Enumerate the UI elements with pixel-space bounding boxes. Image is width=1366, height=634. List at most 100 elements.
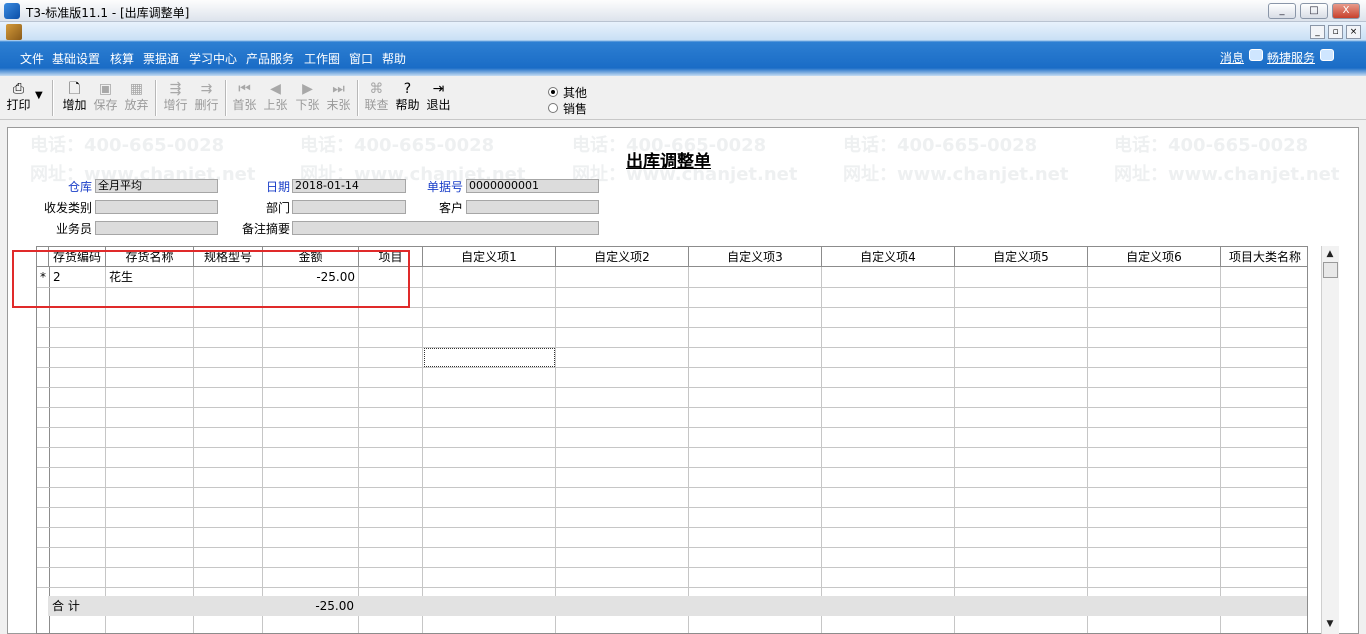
mdi-restore-button[interactable]: ▫ — [1328, 25, 1343, 39]
column-header[interactable]: 自定义项4 — [822, 247, 955, 267]
salesman-field[interactable] — [95, 221, 218, 235]
grid-line — [105, 267, 106, 633]
menu-learning[interactable]: 学习中心 — [189, 50, 237, 67]
grid-line — [37, 587, 1307, 588]
exit-button[interactable]: ⇥ 退出 — [423, 79, 454, 117]
date-label: 日期 — [265, 180, 290, 194]
menu-accounting[interactable]: 核算 — [110, 50, 134, 67]
grid-line — [262, 267, 263, 633]
grid-line — [1087, 267, 1088, 633]
grid-line — [37, 567, 1307, 568]
linked-query-button[interactable]: ⌘ 联查 — [361, 79, 392, 117]
radio-other[interactable] — [548, 87, 558, 97]
remark-label: 备注摘要 — [241, 222, 290, 236]
menu-file[interactable]: 文件 — [20, 50, 44, 67]
grid-line — [37, 467, 1307, 468]
toolbar-separator — [357, 80, 359, 116]
mdi-close-button[interactable]: × — [1346, 25, 1361, 39]
maximize-button[interactable]: □ — [1300, 3, 1328, 19]
dept-label: 部门 — [265, 201, 290, 215]
grid-line — [358, 267, 359, 633]
column-header[interactable]: 自定义项3 — [689, 247, 822, 267]
grid-line — [37, 347, 1307, 348]
grid-line — [37, 367, 1307, 368]
menu-window[interactable]: 窗口 — [349, 50, 373, 67]
io-type-field[interactable] — [95, 200, 218, 214]
menu-products[interactable]: 产品服务 — [246, 50, 294, 67]
grid-line — [37, 527, 1307, 528]
radio-other-label: 其他 — [563, 86, 588, 100]
delete-row-button[interactable]: ⇉ 删行 — [191, 79, 222, 117]
mdi-minimize-button[interactable]: _ — [1310, 25, 1325, 39]
date-field[interactable]: 2018-01-14 — [292, 179, 406, 193]
chat-icon[interactable] — [1249, 49, 1263, 61]
remark-field[interactable] — [292, 221, 599, 235]
column-header[interactable]: 自定义项6 — [1088, 247, 1221, 267]
toolbar-separator — [155, 80, 157, 116]
scroll-thumb[interactable] — [1323, 262, 1338, 278]
radio-sales[interactable] — [548, 103, 558, 113]
document-window-icon[interactable] — [6, 24, 22, 40]
discard-button[interactable]: ▦ 放弃 — [121, 79, 152, 117]
total-row: 合 计 -25.00 — [48, 596, 1307, 616]
close-button[interactable]: X — [1332, 3, 1360, 19]
menu-workcircle[interactable]: 工作圈 — [304, 50, 340, 67]
column-header[interactable]: 自定义项1 — [423, 247, 556, 267]
first-record-button[interactable]: ⏮ 首张 — [229, 79, 260, 117]
menu-ticket[interactable]: 票据通 — [143, 50, 179, 67]
delete-row-icon: ⇉ — [200, 81, 213, 97]
messages-link[interactable]: 消息 — [1220, 49, 1244, 66]
toolbar: ⎙ 打印 ▼ 🗋 增加 ▣ 保存 ▦ 放弃 ⇶ 增行 ⇉ 删行 ⏮ 首张 ◀ 上张 ▶ 下张 ⏭ 末… — [0, 76, 1366, 120]
total-label: 合 计 — [52, 599, 80, 613]
grid-line — [954, 267, 955, 633]
grid-line — [49, 267, 50, 633]
scroll-up-icon[interactable]: ▲ — [1322, 246, 1338, 262]
next-record-button[interactable]: ▶ 下张 — [292, 79, 323, 117]
previous-record-button[interactable]: ◀ 上张 — [260, 79, 291, 117]
grid-line — [37, 387, 1307, 388]
exit-icon: ⇥ — [432, 81, 445, 97]
print-button[interactable]: ⎙ 打印 — [3, 79, 34, 117]
grid-line — [37, 547, 1307, 548]
scroll-down-icon[interactable]: ▼ — [1322, 616, 1338, 632]
form-title: 出库调整单 — [626, 152, 711, 172]
title-bar: T3-标准版11.1 - [出库调整单] _ □ X — [0, 0, 1366, 22]
minimize-button[interactable]: _ — [1268, 3, 1296, 19]
print-dropdown-icon[interactable]: ▼ — [35, 90, 43, 101]
grid-line — [37, 507, 1307, 508]
column-header[interactable]: 自定义项5 — [955, 247, 1088, 267]
grid-line — [688, 267, 689, 633]
service-icon[interactable] — [1320, 49, 1334, 61]
grid-line — [37, 447, 1307, 448]
vertical-scrollbar[interactable]: ▲ ▼ — [1321, 246, 1339, 634]
dept-field[interactable] — [292, 200, 406, 214]
menu-help[interactable]: 帮助 — [382, 50, 406, 67]
insert-row-icon: ⇶ — [169, 81, 182, 97]
customer-label: 客户 — [438, 201, 463, 215]
customer-field[interactable] — [466, 200, 599, 214]
last-record-icon: ⏭ — [332, 81, 345, 97]
total-amount: -25.00 — [315, 599, 354, 613]
save-icon: ▣ — [98, 81, 113, 97]
add-button[interactable]: 🗋 增加 — [59, 79, 90, 117]
last-record-button[interactable]: ⏭ 末张 — [323, 79, 354, 117]
help-button[interactable]: ? 帮助 — [392, 79, 423, 117]
grid-line — [37, 427, 1307, 428]
toolbar-separator — [225, 80, 227, 116]
warehouse-field[interactable]: 全月平均 — [95, 179, 218, 193]
add-document-icon: 🗋 — [68, 81, 81, 97]
focused-cell[interactable] — [424, 348, 555, 367]
grid-line — [37, 327, 1307, 328]
column-header[interactable]: 自定义项2 — [556, 247, 689, 267]
column-header[interactable]: 项目大类名称 — [1221, 247, 1307, 267]
io-type-label: 收发类别 — [43, 201, 92, 215]
grid-line — [821, 267, 822, 633]
window-title: T3-标准版11.1 - [出库调整单] — [26, 6, 190, 20]
next-record-icon: ▶ — [302, 81, 313, 97]
menu-basic-settings[interactable]: 基础设置 — [52, 50, 100, 67]
insert-row-button[interactable]: ⇶ 增行 — [160, 79, 191, 117]
save-button[interactable]: ▣ 保存 — [90, 79, 121, 117]
grid-line — [555, 267, 556, 633]
doc-no-field[interactable]: 0000000001 — [466, 179, 599, 193]
service-link[interactable]: 畅捷服务 — [1267, 49, 1315, 66]
